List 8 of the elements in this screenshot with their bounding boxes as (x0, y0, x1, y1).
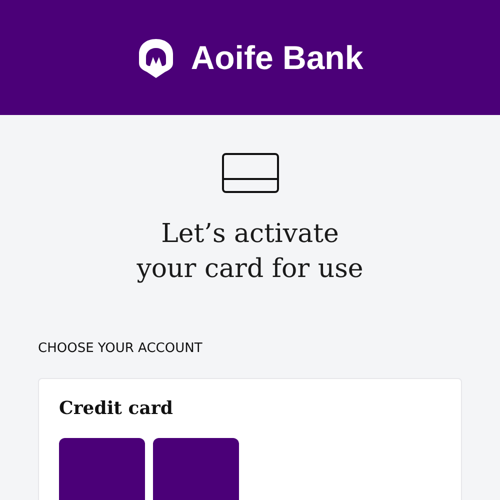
page-title: Let’s activate your card for use (136, 218, 364, 286)
card-tile[interactable] (59, 438, 145, 500)
card-icon (222, 153, 278, 193)
card-tile[interactable] (153, 438, 239, 500)
logo-icon (136, 36, 175, 78)
section-label: CHOOSE YOUR ACCOUNT (38, 340, 204, 358)
brand-name: Aoife Bank (190, 38, 364, 78)
account-title: Credit card (59, 396, 174, 420)
